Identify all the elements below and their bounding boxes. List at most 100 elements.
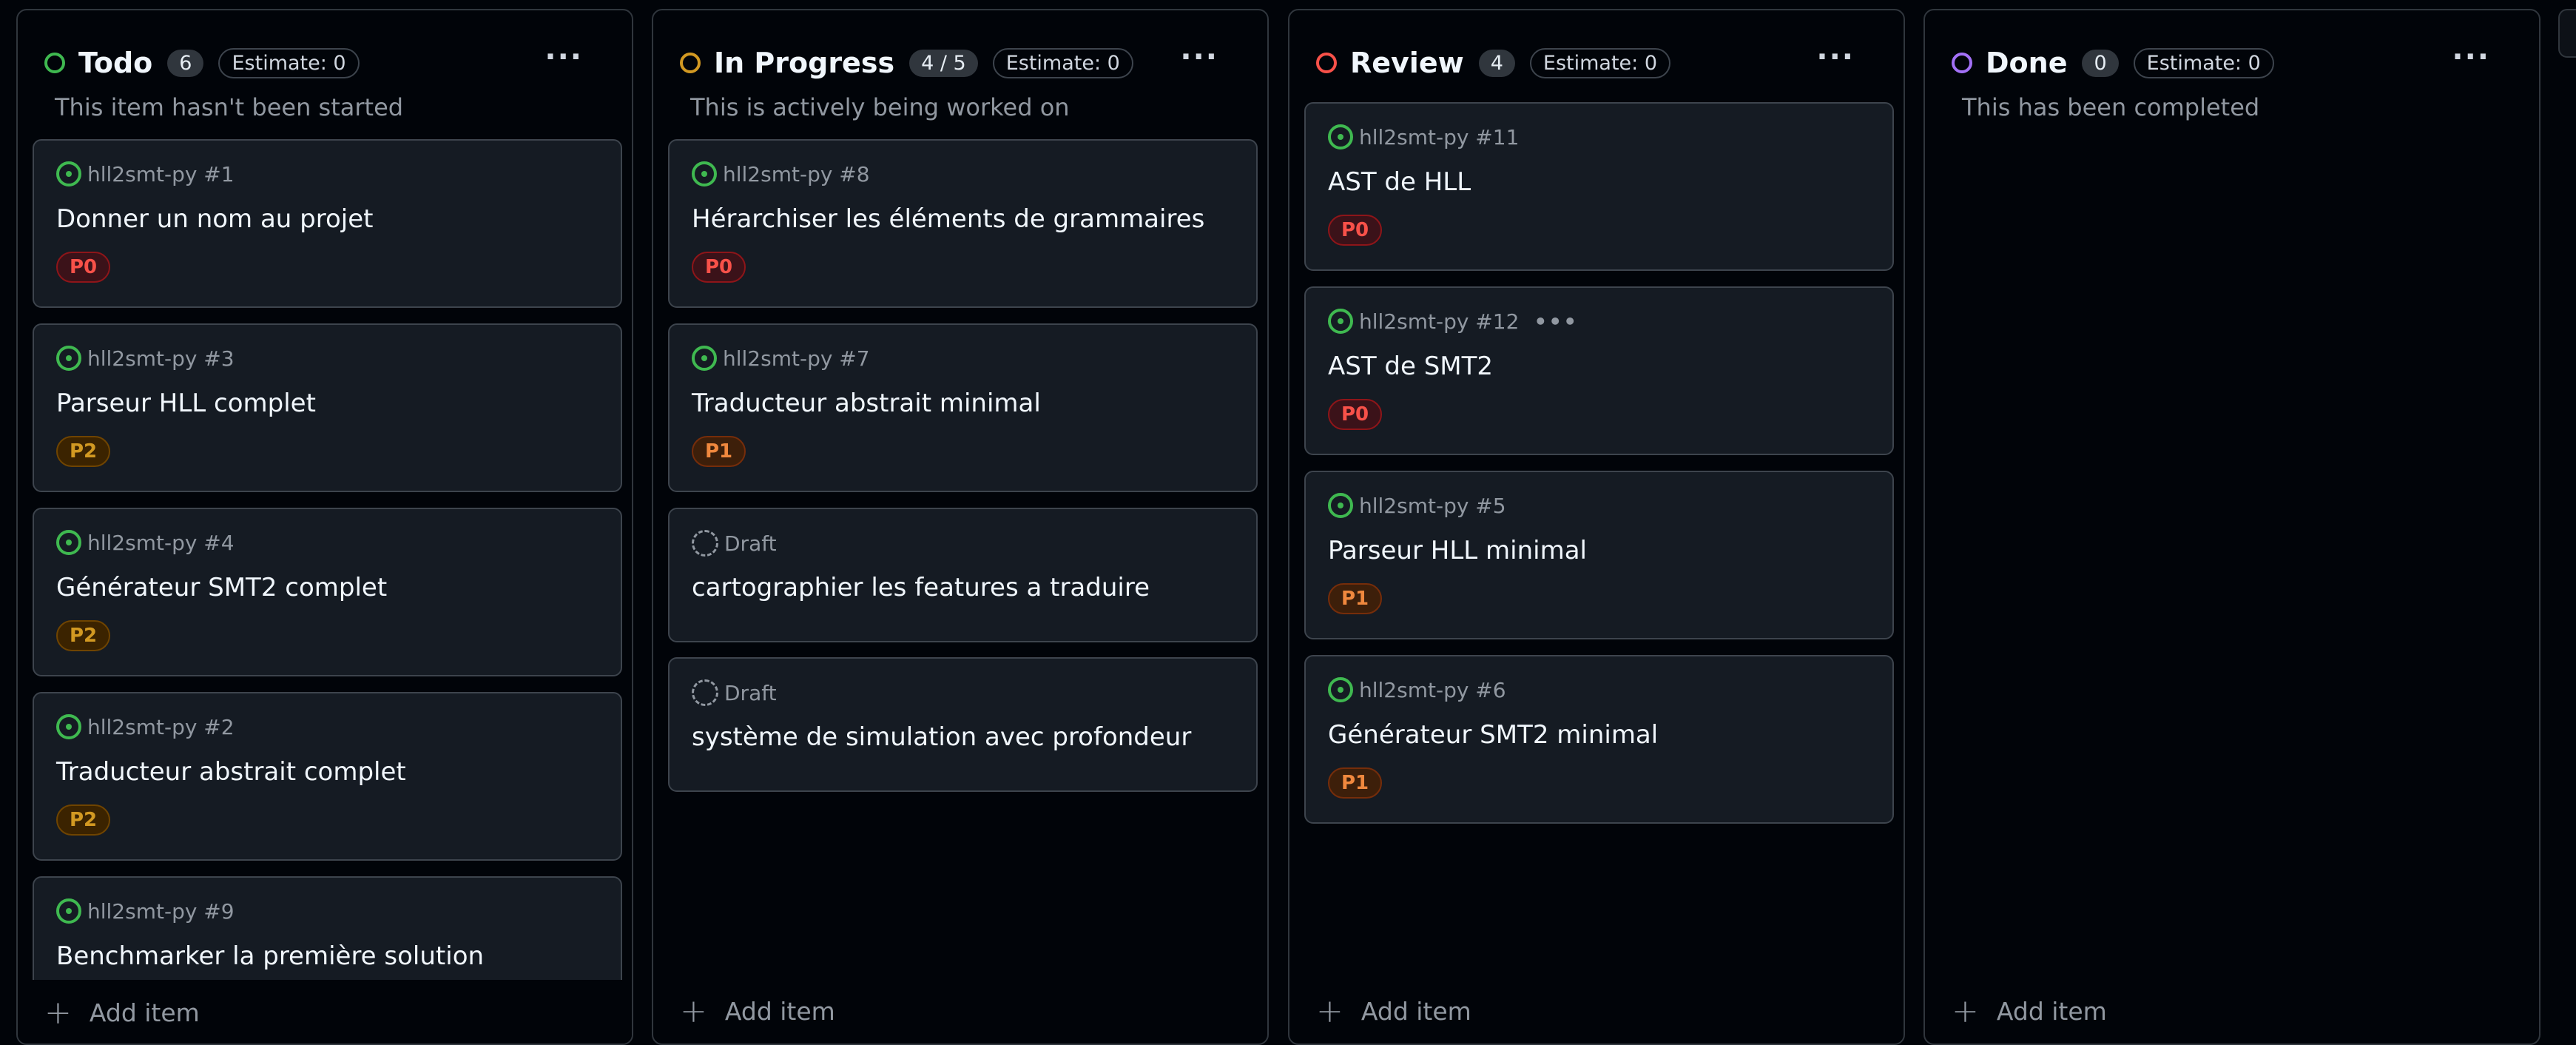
- card-title[interactable]: Générateur SMT2 minimal: [1328, 720, 1658, 750]
- issue-reference[interactable]: hll2smt-py #3: [87, 346, 235, 371]
- card-meta: hll2smt-py #6: [1328, 677, 1506, 702]
- card-title[interactable]: Donner un nom au projet: [56, 204, 373, 234]
- card-title[interactable]: Benchmarker la première solution: [56, 941, 484, 971]
- open-issue-icon: [56, 714, 81, 739]
- priority-badge: P1: [1328, 767, 1383, 799]
- status-circle-icon: [1316, 53, 1337, 73]
- card-title[interactable]: AST de HLL: [1328, 167, 1471, 197]
- issue-reference[interactable]: hll2smt-py #11: [1359, 125, 1519, 149]
- plus-icon: +: [680, 992, 707, 1030]
- column-header: Done 0 Estimate: 0 ···: [1952, 37, 2524, 89]
- issue-card[interactable]: hll2smt-py #12 ••• AST de SMT2 P0: [1304, 286, 1894, 455]
- issue-reference[interactable]: hll2smt-py #6: [1359, 678, 1506, 702]
- card-title[interactable]: système de simulation avec profondeur: [692, 722, 1191, 752]
- draft-card[interactable]: Draft système de simulation avec profond…: [668, 657, 1258, 792]
- add-item-button[interactable]: + Add item: [680, 992, 835, 1030]
- card-meta: Draft: [692, 530, 777, 557]
- issue-reference[interactable]: hll2smt-py #1: [87, 162, 235, 187]
- open-issue-icon: [56, 161, 81, 187]
- card-title[interactable]: Parseur HLL complet: [56, 389, 316, 418]
- card-meta: hll2smt-py #9: [56, 898, 235, 924]
- issue-card[interactable]: hll2smt-py #3 Parseur HLL complet P2: [33, 323, 622, 492]
- add-item-label: Add item: [1361, 997, 1471, 1026]
- draft-card[interactable]: Draft cartographier les features a tradu…: [668, 508, 1258, 642]
- card-title[interactable]: Traducteur abstrait complet: [56, 757, 406, 787]
- card-meta: hll2smt-py #2: [56, 714, 235, 739]
- priority-badge: P0: [1328, 399, 1383, 430]
- priority-badge: P1: [692, 436, 746, 467]
- column-menu-icon[interactable]: ···: [544, 40, 583, 74]
- priority-badge: P2: [56, 620, 111, 651]
- plus-icon: +: [1316, 992, 1343, 1030]
- add-item-button[interactable]: + Add item: [1952, 992, 2107, 1030]
- column-title: Done: [1986, 47, 2068, 79]
- open-issue-icon: [1328, 124, 1353, 149]
- add-item-label: Add item: [89, 998, 200, 1027]
- issue-reference[interactable]: hll2smt-py #2: [87, 715, 235, 739]
- column-in-progress: In Progress 4 / 5 Estimate: 0 ··· This i…: [652, 9, 1269, 1045]
- card-title[interactable]: Parseur HLL minimal: [1328, 536, 1587, 565]
- card-title[interactable]: Générateur SMT2 complet: [56, 573, 387, 602]
- card-title[interactable]: Hérarchiser les éléments de grammaires: [692, 204, 1204, 234]
- issue-card[interactable]: hll2smt-py #6 Générateur SMT2 minimal P1: [1304, 655, 1894, 824]
- card-meta: hll2smt-py #5: [1328, 493, 1506, 518]
- card-meta: hll2smt-py #3: [56, 346, 235, 371]
- draft-icon: [692, 530, 718, 557]
- estimate-pill: Estimate: 0: [218, 47, 360, 78]
- open-issue-icon: [56, 898, 81, 924]
- column-description: This has been completed: [1962, 93, 2260, 121]
- column-menu-icon[interactable]: ···: [1816, 40, 1855, 74]
- add-item-button[interactable]: + Add item: [1316, 992, 1471, 1030]
- card-meta: hll2smt-py #8: [692, 161, 870, 187]
- issue-card[interactable]: hll2smt-py #7 Traducteur abstrait minima…: [668, 323, 1258, 492]
- item-count-badge: 4 / 5: [909, 49, 978, 77]
- draft-label: Draft: [724, 680, 777, 705]
- column-title: Review: [1350, 47, 1464, 79]
- issue-reference[interactable]: hll2smt-py #7: [723, 346, 870, 371]
- issue-reference[interactable]: hll2smt-py #9: [87, 899, 235, 924]
- column-header: Todo 6 Estimate: 0 ···: [44, 37, 617, 89]
- card-meta: hll2smt-py #11: [1328, 124, 1519, 149]
- add-item-label: Add item: [1996, 997, 2107, 1026]
- next-column-edge[interactable]: [2558, 9, 2576, 58]
- status-circle-icon: [44, 53, 65, 73]
- project-board: Todo 6 Estimate: 0 ··· This item hasn't …: [0, 0, 2576, 1045]
- issue-card[interactable]: hll2smt-py #1 Donner un nom au projet P0: [33, 139, 622, 308]
- issue-card[interactable]: hll2smt-py #11 AST de HLL P0: [1304, 102, 1894, 271]
- priority-badge: P0: [56, 252, 111, 283]
- priority-badge: P2: [56, 436, 111, 467]
- issue-reference[interactable]: hll2smt-py #8: [723, 162, 870, 187]
- add-item-button[interactable]: + Add item: [44, 994, 200, 1032]
- issue-card[interactable]: hll2smt-py #8 Hérarchiser les éléments d…: [668, 139, 1258, 308]
- card-meta: hll2smt-py #12 •••: [1328, 309, 1578, 334]
- column-header: Review 4 Estimate: 0 ···: [1316, 37, 1889, 89]
- open-issue-icon: [1328, 309, 1353, 334]
- issue-reference[interactable]: hll2smt-py #12: [1359, 309, 1519, 334]
- open-issue-icon: [692, 161, 717, 187]
- column-description: This item hasn't been started: [55, 93, 404, 121]
- column-menu-icon[interactable]: ···: [2452, 40, 2490, 74]
- estimate-pill: Estimate: 0: [992, 47, 1133, 78]
- plus-icon: +: [1952, 992, 1979, 1030]
- status-circle-icon: [1952, 53, 1972, 73]
- column-header: In Progress 4 / 5 Estimate: 0 ···: [680, 37, 1252, 89]
- issue-reference[interactable]: hll2smt-py #4: [87, 531, 235, 555]
- priority-badge: P1: [1328, 583, 1383, 614]
- issue-reference[interactable]: hll2smt-py #5: [1359, 494, 1506, 518]
- column-title: Todo: [78, 47, 153, 79]
- estimate-pill: Estimate: 0: [2133, 47, 2274, 78]
- issue-card[interactable]: hll2smt-py #4 Générateur SMT2 complet P2: [33, 508, 622, 676]
- column-description: This is actively being worked on: [690, 93, 1070, 121]
- issue-card[interactable]: hll2smt-py #2 Traducteur abstrait comple…: [33, 692, 622, 861]
- issue-card[interactable]: hll2smt-py #5 Parseur HLL minimal P1: [1304, 471, 1894, 639]
- card-more-icon[interactable]: •••: [1534, 309, 1578, 334]
- open-issue-icon: [56, 346, 81, 371]
- card-title[interactable]: AST de SMT2: [1328, 352, 1493, 381]
- plus-icon: +: [44, 994, 72, 1032]
- card-meta: hll2smt-py #7: [692, 346, 870, 371]
- card-title[interactable]: Traducteur abstrait minimal: [692, 389, 1041, 418]
- estimate-pill: Estimate: 0: [1529, 47, 1671, 78]
- column-menu-icon[interactable]: ···: [1180, 40, 1218, 74]
- item-count-badge: 6: [167, 49, 204, 77]
- card-title[interactable]: cartographier les features a traduire: [692, 573, 1150, 602]
